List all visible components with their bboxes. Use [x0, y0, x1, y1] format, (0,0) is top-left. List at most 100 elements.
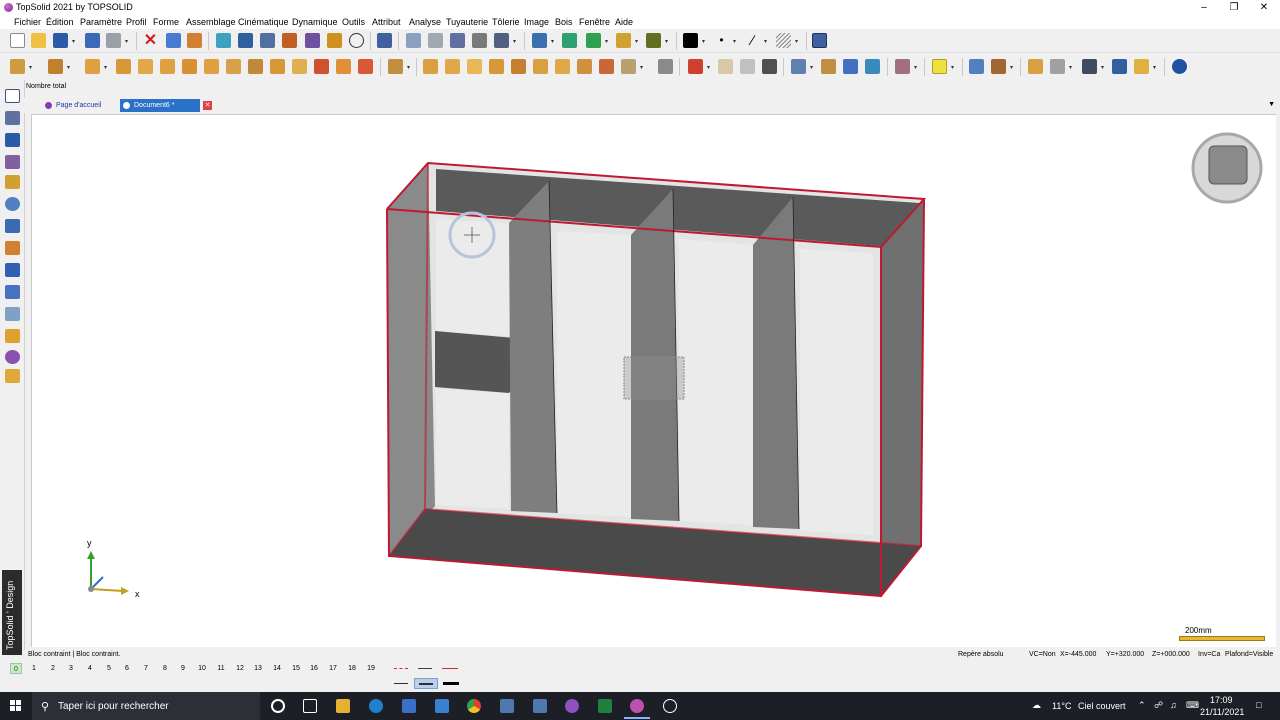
tabs-dropdown-icon[interactable]: ▼ — [1268, 101, 1275, 108]
taskbar-search-box[interactable]: ⚲ Taper ici pour rechercher — [32, 692, 260, 720]
lightning-icon[interactable] — [932, 59, 947, 74]
red-block-icon[interactable] — [688, 59, 703, 74]
shell-icon[interactable] — [423, 59, 438, 74]
point-style-icon[interactable]: • — [714, 33, 729, 48]
offset-icon[interactable] — [533, 59, 548, 74]
shape-gear-icon[interactable] — [48, 59, 63, 74]
lamp-icon[interactable] — [646, 33, 661, 48]
print-dropdown-icon[interactable]: ▾ — [125, 39, 130, 45]
zoom-dropdown-icon[interactable]: ▾ — [551, 39, 556, 45]
hook-icon[interactable] — [472, 33, 487, 48]
menu-attribut[interactable]: Attribut — [372, 17, 401, 27]
mirror-icon[interactable] — [511, 59, 526, 74]
replace-icon[interactable] — [969, 59, 984, 74]
edge-band-dropdown-icon[interactable]: ▾ — [1069, 65, 1074, 71]
excel-icon[interactable] — [598, 699, 612, 713]
drill-icon[interactable] — [226, 59, 241, 74]
3d-viewport[interactable]: y x 200mm — [31, 114, 1276, 647]
tab-document6[interactable]: Document6 * ✕ — [120, 99, 212, 112]
line-width-thin[interactable] — [394, 683, 408, 684]
thicken-icon[interactable] — [555, 59, 570, 74]
layer-0[interactable]: 0 — [10, 663, 22, 674]
new-document-icon[interactable] — [10, 33, 25, 48]
layer-3[interactable]: 3 — [65, 663, 77, 674]
render-dropdown-icon[interactable]: ▾ — [635, 39, 640, 45]
emboss-icon[interactable] — [577, 59, 592, 74]
view-icon[interactable] — [586, 33, 601, 48]
menu-bois[interactable]: Bois — [555, 17, 573, 27]
library-icon[interactable] — [843, 59, 858, 74]
hardware-dropdown-icon[interactable]: ▾ — [1101, 65, 1106, 71]
box-icon[interactable] — [138, 59, 153, 74]
dark-block-icon[interactable] — [762, 59, 777, 74]
undo-icon[interactable] — [166, 33, 181, 48]
visibility-icon[interactable] — [349, 33, 364, 48]
mail-icon[interactable] — [435, 699, 449, 713]
grid-dropdown-icon[interactable]: ▾ — [513, 39, 518, 45]
layer-4[interactable]: 4 — [84, 663, 96, 674]
shape-gear-dropdown-icon[interactable]: ▾ — [67, 65, 72, 71]
hardware-icon[interactable] — [1082, 59, 1097, 74]
menu-tuyauterie[interactable]: Tuyauterie — [446, 17, 488, 27]
close-button[interactable]: ✕ — [1249, 0, 1279, 15]
menu-analyse[interactable]: Analyse — [409, 17, 441, 27]
pointer-icon[interactable] — [377, 33, 392, 48]
print-icon[interactable] — [106, 33, 121, 48]
draft-dropdown-icon[interactable]: ▾ — [407, 65, 412, 71]
edge-band-icon[interactable] — [1050, 59, 1065, 74]
plate-icon[interactable] — [740, 59, 755, 74]
layer-13[interactable]: 13 — [252, 663, 264, 674]
menu-fenetre[interactable]: Fenêtre — [579, 17, 610, 27]
curve-tool-icon[interactable] — [5, 111, 20, 125]
document-properties-icon[interactable] — [85, 33, 100, 48]
menu-fichier[interactable]: Fichier — [14, 17, 41, 27]
weather-text[interactable]: Ciel couvert — [1078, 701, 1126, 711]
menu-image[interactable]: Image — [524, 17, 549, 27]
menu-dynamique[interactable]: Dynamique — [292, 17, 338, 27]
catalog-icon[interactable] — [865, 59, 880, 74]
block-icon[interactable] — [718, 59, 733, 74]
boss-icon[interactable] — [204, 59, 219, 74]
line-thin-black[interactable] — [418, 668, 432, 669]
menu-profil[interactable]: Profil — [126, 17, 147, 27]
settings-icon[interactable] — [327, 33, 342, 48]
layer-19[interactable]: 19 — [365, 663, 377, 674]
red-block-dropdown-icon[interactable]: ▾ — [707, 65, 712, 71]
menu-aide[interactable]: Aide — [615, 17, 633, 27]
layer-18[interactable]: 18 — [346, 663, 358, 674]
layer-7[interactable]: 7 — [140, 663, 152, 674]
color-dropdown-icon[interactable]: ▾ — [702, 39, 707, 45]
minimize-button[interactable]: – — [1189, 0, 1219, 15]
chrome-icon[interactable] — [467, 699, 481, 713]
search-tool-icon[interactable] — [238, 33, 253, 48]
revolve-icon[interactable] — [116, 59, 131, 74]
lamp-dropdown-icon[interactable]: ▾ — [665, 39, 670, 45]
render-icon[interactable] — [616, 33, 631, 48]
extrude-icon[interactable] — [85, 59, 100, 74]
layer-8[interactable]: 8 — [159, 663, 171, 674]
cut-shape-icon[interactable] — [621, 59, 636, 74]
layer-14[interactable]: 14 — [271, 663, 283, 674]
link-tool-icon[interactable] — [5, 307, 20, 321]
cut-icon[interactable] — [428, 33, 443, 48]
sheet-tool-icon[interactable] — [5, 263, 20, 277]
topsolid-taskbar-icon[interactable] — [624, 699, 650, 719]
assembly-icon[interactable] — [791, 59, 806, 74]
menu-assemblage[interactable]: Assemblage — [186, 17, 236, 27]
open-folder-icon[interactable] — [31, 33, 46, 48]
extrude-dropdown-icon[interactable]: ▾ — [104, 65, 109, 71]
line-dashed-red[interactable] — [394, 668, 408, 670]
menu-parametre[interactable]: Paramètre — [80, 17, 122, 27]
surface-tool-icon[interactable] — [5, 155, 20, 169]
help-globe-icon[interactable] — [1172, 59, 1187, 74]
split-icon[interactable] — [467, 59, 482, 74]
grid-tool-icon[interactable] — [5, 219, 20, 233]
delete-icon[interactable]: ✕ — [143, 33, 158, 49]
layers-panel-icon[interactable] — [812, 33, 827, 48]
tray-chevron-icon[interactable]: ⌃ — [1138, 700, 1146, 711]
view-dropdown-icon[interactable]: ▾ — [605, 39, 610, 45]
hatch-dropdown-icon[interactable]: ▾ — [795, 39, 800, 45]
loft-icon[interactable] — [292, 59, 307, 74]
cortana-icon[interactable] — [271, 699, 285, 713]
pattern-icon[interactable] — [489, 59, 504, 74]
